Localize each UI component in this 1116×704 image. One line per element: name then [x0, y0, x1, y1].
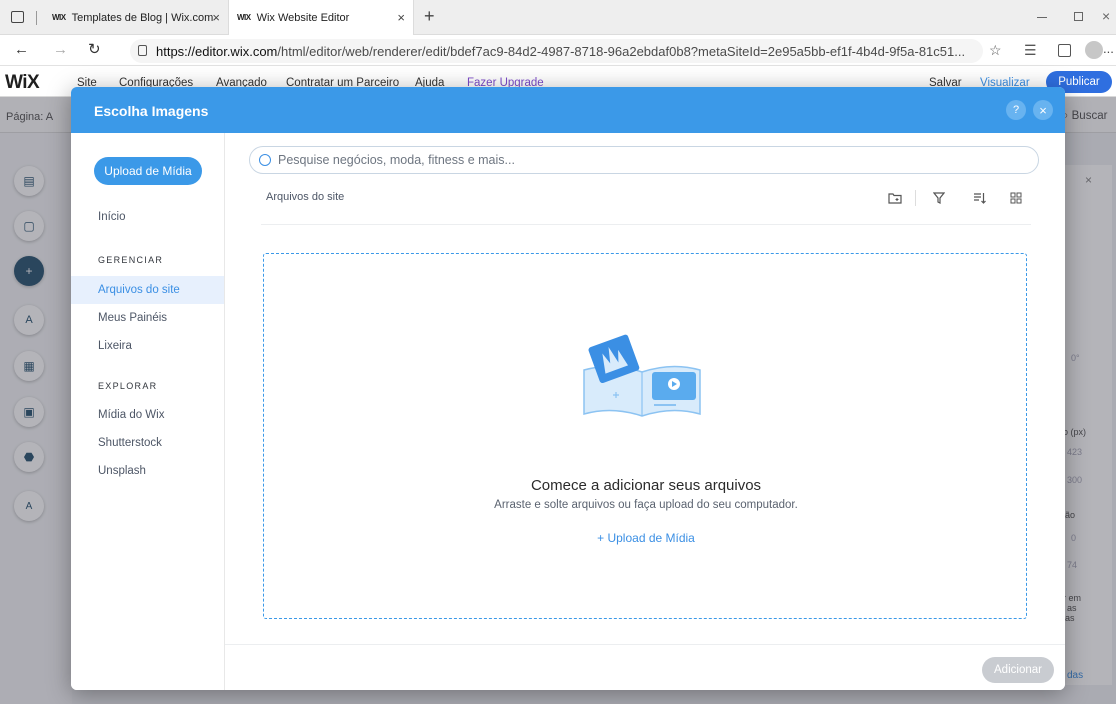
media-search-input[interactable]: Pesquise negócios, moda, fitness e mais.… [249, 146, 1039, 174]
sidebar-item-my-boards[interactable]: Meus Painéis [71, 304, 224, 332]
empty-state-subtitle: Arraste e solte arquivos ou faça upload … [494, 499, 798, 511]
toolbar-divider [915, 190, 916, 206]
favorite-star-icon[interactable]: ☆ [989, 42, 1002, 59]
close-window-icon[interactable]: × [1102, 8, 1110, 24]
dialog-title: Escolha Imagens [94, 103, 209, 119]
close-dialog-icon[interactable]: × [1033, 100, 1053, 120]
minimize-icon[interactable] [1037, 17, 1047, 18]
tab-divider [36, 11, 37, 25]
sidebar-item-site-files[interactable]: Arquivos do site [71, 276, 224, 304]
upload-media-button[interactable]: Upload de Mídia [94, 157, 202, 185]
empty-media-illustration [576, 332, 708, 422]
back-icon[interactable]: ← [14, 41, 29, 58]
tab-actions-icon[interactable] [11, 11, 24, 23]
toolbar-separator [261, 224, 1031, 225]
filter-icon[interactable] [933, 192, 945, 204]
browser-menu-icon[interactable]: ... [1103, 41, 1114, 56]
search-icon [259, 154, 271, 166]
add-button[interactable]: Adicionar [982, 657, 1054, 683]
dialog-header [71, 87, 1065, 133]
close-tab-icon[interactable]: × [397, 10, 405, 25]
lock-icon [138, 45, 147, 56]
dialog-footer [225, 644, 1065, 690]
choose-images-dialog: Escolha Imagens ? × Upload de Mídia Iníc… [71, 87, 1065, 690]
sidebar-heading-explore: EXPLORAR [98, 381, 158, 391]
restore-icon[interactable] [1074, 12, 1083, 21]
url-path: /html/editor/web/renderer/edit/bdef7ac9-… [277, 43, 966, 59]
close-tab-icon[interactable]: × [212, 10, 220, 25]
search-placeholder: Pesquise negócios, moda, fitness e mais.… [278, 153, 515, 167]
sidebar-item-trash[interactable]: Lixeira [71, 332, 224, 360]
empty-state-title: Comece a adicionar seus arquivos [530, 477, 762, 494]
sidebar-item-shutterstock[interactable]: Shutterstock [71, 429, 224, 457]
wix-logo: WiX [5, 72, 40, 93]
sidebar-item-unsplash[interactable]: Unsplash [71, 457, 224, 485]
new-tab-button[interactable]: + [424, 6, 435, 27]
sidebar-item-home[interactable]: Início [71, 203, 224, 231]
upload-media-link[interactable]: + Upload de Mídia [264, 531, 1028, 545]
url-domain: https://editor.wix.com [156, 43, 278, 59]
url-field[interactable]: https://editor.wix.com/html/editor/web/r… [130, 39, 983, 63]
browser-tab-editor[interactable]: WIX Wix Website Editor × [228, 0, 414, 35]
reload-icon[interactable]: ↻ [88, 40, 101, 58]
upload-drop-zone[interactable]: Comece a adicionar seus arquivos Arraste… [263, 253, 1027, 619]
profile-avatar[interactable] [1085, 41, 1103, 59]
sidebar-heading-manage: GERENCIAR [98, 255, 164, 265]
forward-icon[interactable]: → [53, 41, 68, 58]
collections-icon[interactable] [1058, 44, 1071, 57]
sort-icon[interactable] [973, 192, 986, 204]
sidebar-item-wix-media[interactable]: Mídia do Wix [71, 401, 224, 429]
new-folder-icon[interactable] [888, 192, 902, 204]
breadcrumb: Arquivos do site [266, 191, 345, 203]
favorites-list-icon[interactable]: ☰ [1024, 42, 1037, 59]
tab-title: Templates de Blog | Wix.com [71, 11, 214, 24]
tab-title: Wix Website Editor [256, 11, 350, 24]
help-icon[interactable]: ? [1006, 100, 1026, 120]
wix-favicon-icon: WIX [237, 13, 251, 22]
browser-tab-templates[interactable]: WIX Templates de Blog | Wix.com × [46, 0, 228, 35]
grid-view-icon[interactable] [1010, 192, 1022, 204]
wix-favicon-icon: WIX [52, 13, 66, 22]
